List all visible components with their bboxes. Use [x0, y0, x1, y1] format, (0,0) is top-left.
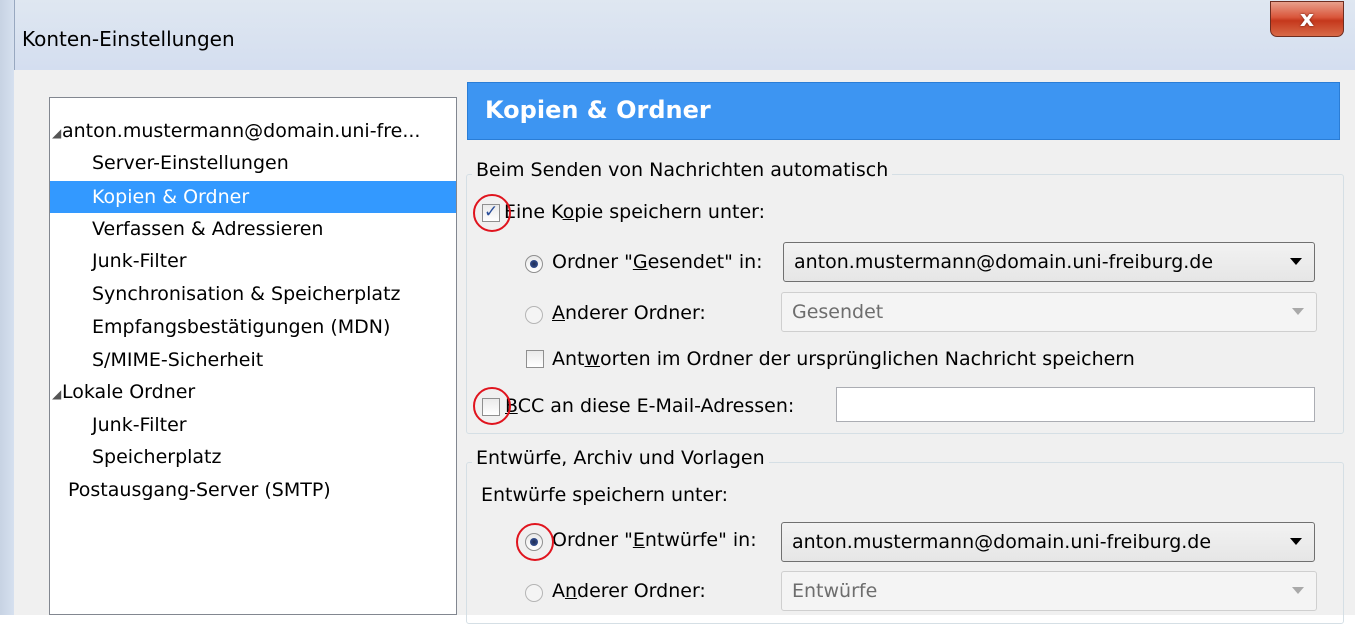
other-folder-label[interactable]: Anderer Ordner: [552, 302, 706, 324]
drafts-save-label: Entwürfe speichern unter: [481, 484, 729, 506]
tree-item-label: Postausgang-Server (SMTP) [68, 479, 331, 501]
window-frame-left [0, 0, 15, 615]
sent-folder-label[interactable]: Ordner "Gesendet" in: [552, 251, 763, 273]
bcc-checkbox[interactable] [482, 398, 500, 416]
sent-folder-radio[interactable] [525, 255, 543, 273]
drafts-folder-value: anton.mustermann@domain.uni-freiburg.de [792, 531, 1212, 553]
tree-item-local-junk-filter[interactable]: Junk-Filter [50, 409, 455, 441]
drafts-folder-radio[interactable] [525, 533, 543, 551]
tree-item-label: anton.mustermann@domain.uni-fre... [62, 120, 421, 142]
drafts-folder-select[interactable]: anton.mustermann@domain.uni-freiburg.de [781, 522, 1315, 562]
tree-item-label: Synchronisation & Speicherplatz [92, 283, 401, 305]
tree-item-junk-filter[interactable]: Junk-Filter [50, 245, 455, 277]
other-folder-select[interactable]: Gesendet [781, 292, 1317, 332]
tree-item-label: Junk-Filter [92, 414, 187, 436]
tree-item-smime[interactable]: S/MIME-Sicherheit [50, 344, 455, 376]
save-copy-checkbox[interactable] [482, 202, 500, 222]
tree-item-label: Empfangsbestätigungen (MDN) [92, 316, 391, 338]
drafts-other-folder-radio[interactable] [525, 584, 543, 602]
chevron-down-icon [1292, 308, 1304, 315]
tree-item-local-folders[interactable]: ◢Lokale Ordner [50, 376, 455, 408]
tree-item-label: Kopien & Ordner [92, 186, 250, 208]
tree-item-smtp[interactable]: Postausgang-Server (SMTP) [50, 474, 455, 506]
tree-item-account[interactable]: ◢anton.mustermann@domain.uni-fre... [50, 115, 455, 147]
tree-item-composition[interactable]: Verfassen & Adressieren [50, 213, 455, 245]
close-button[interactable]: x [1270, 1, 1344, 37]
tree-item-label: S/MIME-Sicherheit [92, 349, 264, 371]
drafts-group-legend: Entwürfe, Archiv und Vorlagen [472, 447, 769, 469]
tree-item-label: Verfassen & Adressieren [92, 218, 324, 240]
save-copy-label[interactable]: Eine Kopie speichern unter: [504, 201, 765, 223]
expand-triangle-icon[interactable]: ◢ [52, 378, 62, 410]
sent-folder-value: anton.mustermann@domain.uni-freiburg.de [794, 251, 1214, 273]
window-title: Konten-Einstellungen [22, 27, 235, 51]
sent-folder-select[interactable]: anton.mustermann@domain.uni-freiburg.de [783, 242, 1315, 282]
reply-in-folder-checkbox[interactable] [526, 350, 544, 368]
sending-group-legend: Beim Senden von Nachrichten automatisch [472, 159, 893, 181]
close-icon: x [1299, 6, 1315, 32]
account-tree: ◢anton.mustermann@domain.uni-fre... Serv… [49, 97, 457, 615]
tree-item-local-storage[interactable]: Speicherplatz [50, 441, 455, 473]
drafts-other-folder-value: Entwürfe [792, 580, 878, 602]
dialog-content: ◢anton.mustermann@domain.uni-fre... Serv… [14, 70, 1355, 624]
expand-triangle-icon[interactable]: ◢ [52, 117, 62, 149]
other-folder-value: Gesendet [792, 301, 884, 323]
chevron-down-icon [1290, 538, 1302, 545]
panel-title: Kopien & Ordner [485, 96, 711, 124]
tree-item-label: Server-Einstellungen [92, 152, 289, 174]
tree-item-copies-folders[interactable]: Kopien & Ordner [50, 181, 456, 213]
tree-item-server-settings[interactable]: Server-Einstellungen [50, 147, 455, 179]
tree-item-label: Junk-Filter [92, 250, 187, 272]
tree-item-sync-storage[interactable]: Synchronisation & Speicherplatz [50, 278, 455, 310]
panel-header: Kopien & Ordner [467, 82, 1340, 140]
chevron-down-icon [1292, 587, 1304, 594]
title-bar: Konten-Einstellungen x [0, 0, 1355, 71]
reply-in-folder-label[interactable]: Antworten im Ordner der ursprünglichen N… [552, 348, 1135, 370]
bcc-input[interactable] [836, 387, 1315, 422]
drafts-folder-label[interactable]: Ordner "Entwürfe" in: [552, 529, 757, 551]
drafts-other-folder-label[interactable]: Anderer Ordner: [552, 580, 706, 602]
tree-item-receipts[interactable]: Empfangsbestätigungen (MDN) [50, 311, 455, 343]
bcc-label[interactable]: BCC an diese E-Mail-Adressen: [505, 395, 794, 417]
other-folder-radio[interactable] [525, 306, 543, 324]
chevron-down-icon [1290, 258, 1302, 265]
drafts-other-folder-select[interactable]: Entwürfe [781, 571, 1317, 611]
tree-item-label: Speicherplatz [92, 446, 222, 468]
tree-item-label: Lokale Ordner [62, 381, 196, 403]
account-settings-window: Konten-Einstellungen x ◢anton.mustermann… [0, 0, 1355, 624]
